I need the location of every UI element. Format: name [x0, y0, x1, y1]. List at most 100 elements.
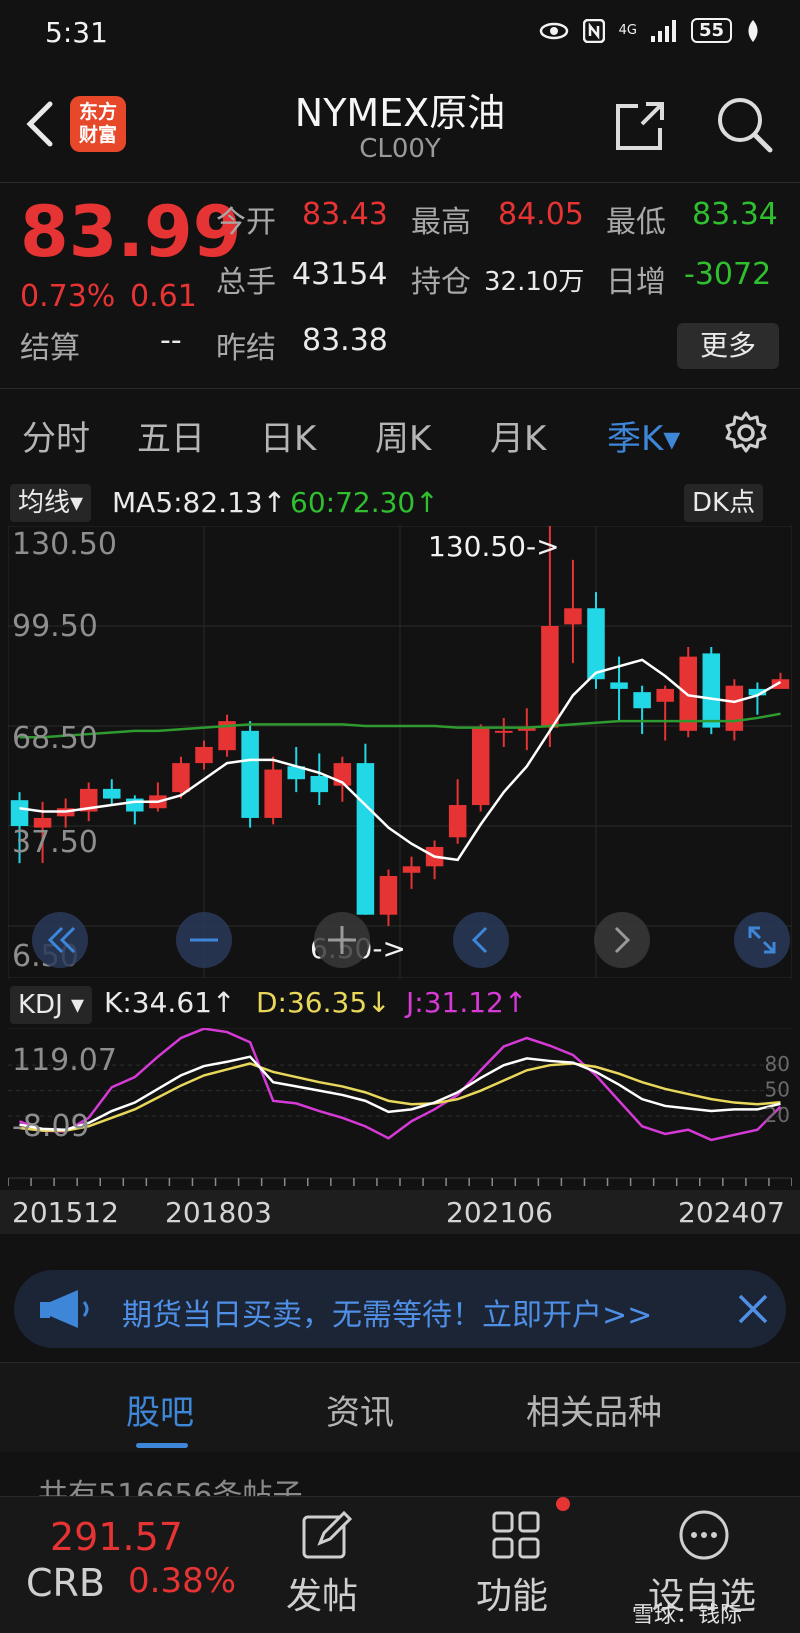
ma-legend: 均线▾ MA5:82.13↑ 60:72.30↑ DK点 [0, 478, 800, 526]
settlement-value: -- [160, 323, 182, 358]
network-label: 4G [618, 23, 637, 38]
high-value: 84.05 [498, 197, 584, 232]
promo-banner[interactable]: 期货当日买卖，无需等待！立即开户>> [14, 1270, 786, 1348]
change-percent: 0.73% [20, 279, 116, 314]
status-time: 5:31 [45, 16, 108, 49]
zoom-out-button[interactable] [176, 912, 232, 968]
megaphone-icon [40, 1290, 89, 1328]
candle-body [402, 866, 421, 873]
fullscreen-button[interactable] [734, 912, 790, 968]
kdj-j-value: J:31.12↑ [406, 986, 528, 1019]
x-axis: 201512 201803 202106 202407 [0, 1190, 800, 1234]
max-price-marker: 130.50-> [428, 530, 560, 563]
gear-icon[interactable] [722, 409, 770, 457]
share-icon[interactable] [612, 98, 668, 154]
candle-body [587, 608, 605, 680]
tab-intraday[interactable]: 分时 [22, 411, 90, 460]
candle-body [195, 746, 213, 764]
candle-body [310, 776, 329, 793]
scroll-right-button[interactable] [594, 912, 650, 968]
candle-body [471, 727, 490, 806]
tab-forum[interactable]: 股吧 [126, 1385, 194, 1434]
search-icon[interactable] [714, 94, 774, 154]
candle-body [495, 730, 513, 733]
banner-text: 期货当日买卖，无需等待！立即开户>> [122, 1298, 653, 1333]
content-tabs: 股吧 资讯 相关品种 [0, 1362, 800, 1452]
daily-increase-label: 日增 [606, 265, 666, 300]
open-value: 83.43 [302, 197, 388, 232]
kdj-j-line [19, 1028, 782, 1142]
ma5-value: MA5:82.13↑ [112, 486, 287, 519]
y-tick-label: 130.50 [12, 527, 117, 562]
candle-body [379, 876, 398, 915]
kdj-k-line [19, 1055, 781, 1131]
nav-bar: 东方 财富 NYMEX原油 CL00Y [0, 72, 800, 182]
low-label: 最低 [606, 205, 666, 240]
y-tick-label: 119.07 [12, 1043, 117, 1078]
kdj-legend: KDJ ▾ K:34.61↑ D:36.35↓ J:31.12↑ [0, 982, 800, 1028]
post-button[interactable]: 发帖 [286, 1567, 358, 1619]
tab-weekly-k[interactable]: 周K [375, 411, 431, 460]
y-tick-label: 68.50 [12, 721, 98, 756]
volume-label: 总手 [216, 265, 276, 300]
more-dots-icon[interactable] [678, 1509, 730, 1561]
zoom-in-button[interactable] [314, 912, 370, 968]
x-tick-label: 202106 [446, 1196, 553, 1229]
kdj-d-value: D:36.35↓ [256, 986, 391, 1019]
main-indicator-selector[interactable]: 均线▾ [10, 484, 92, 522]
more-button[interactable]: 更多 [677, 323, 779, 369]
candle-body [610, 682, 628, 689]
ref-line-label: 80 [765, 1052, 790, 1076]
scroll-left-button[interactable] [453, 912, 509, 968]
tab-monthly-k[interactable]: 月K [490, 411, 546, 460]
candle-body [771, 679, 790, 689]
last-price: 83.99 [20, 191, 242, 273]
tab-daily-k[interactable]: 日K [260, 411, 316, 460]
kdj-selector[interactable]: KDJ ▾ [10, 986, 93, 1024]
ma60-value: 60:72.30↑ [290, 486, 439, 519]
battery-indicator: 55 [690, 18, 732, 43]
volume-value: 43154 [292, 257, 388, 292]
page-title: NYMEX原油 [294, 91, 506, 135]
grid-icon[interactable] [490, 1509, 542, 1561]
signal-icon [650, 19, 676, 42]
tab-quarterly-k[interactable]: 季K▾ [607, 411, 680, 460]
kdj-chart[interactable]: 119.07 -8.09 805020 [8, 1028, 792, 1190]
ref-line-label: 20 [765, 1103, 790, 1127]
candle-body [103, 788, 121, 799]
open-interest-label: 持仓 [411, 265, 471, 300]
status-bar: 5:31 4G 55 [0, 0, 800, 70]
candle-body [172, 763, 190, 793]
candle-body [241, 730, 259, 818]
watermark: 雪球：钱际 [632, 1603, 743, 1628]
bottom-toolbar: 291.57 CRB 0.38% 发帖 功能 设自选 雪球：钱际 [0, 1496, 800, 1633]
dk-point-button[interactable]: DK点 [684, 484, 764, 522]
crb-price[interactable]: 291.57 [50, 1515, 183, 1559]
high-label: 最高 [411, 205, 471, 240]
candle-body [448, 805, 467, 838]
leaf-icon [748, 19, 758, 42]
crb-change-percent[interactable]: 0.38% [128, 1561, 236, 1601]
tab-related-products[interactable]: 相关品种 [526, 1385, 662, 1434]
prev-settlement-label: 昨结 [216, 331, 276, 366]
crb-name[interactable]: CRB [26, 1561, 105, 1605]
nfc-icon [582, 18, 605, 43]
tab-news[interactable]: 资讯 [326, 1385, 394, 1434]
edit-icon[interactable] [300, 1509, 352, 1561]
tab-five-day[interactable]: 五日 [137, 411, 205, 460]
quote-panel: 83.99 0.73% 0.61 今开 83.43 最高 84.05 最低 83… [0, 182, 800, 387]
change-value: 0.61 [130, 279, 197, 314]
close-icon[interactable] [732, 1288, 774, 1330]
function-button[interactable]: 功能 [476, 1567, 548, 1619]
candle-body [264, 769, 282, 818]
open-label: 今开 [216, 205, 276, 240]
candle-body [702, 653, 721, 728]
scroll-left-fast-button[interactable] [32, 912, 88, 968]
prev-settlement-value: 83.38 [302, 323, 388, 358]
candle-body [541, 626, 559, 728]
x-tick-label: 201512 [12, 1196, 119, 1229]
chart-controls [32, 912, 790, 968]
kdj-d-line [19, 1062, 781, 1132]
kdj-k-value: K:34.61↑ [104, 986, 236, 1019]
eye-icon [539, 22, 568, 39]
